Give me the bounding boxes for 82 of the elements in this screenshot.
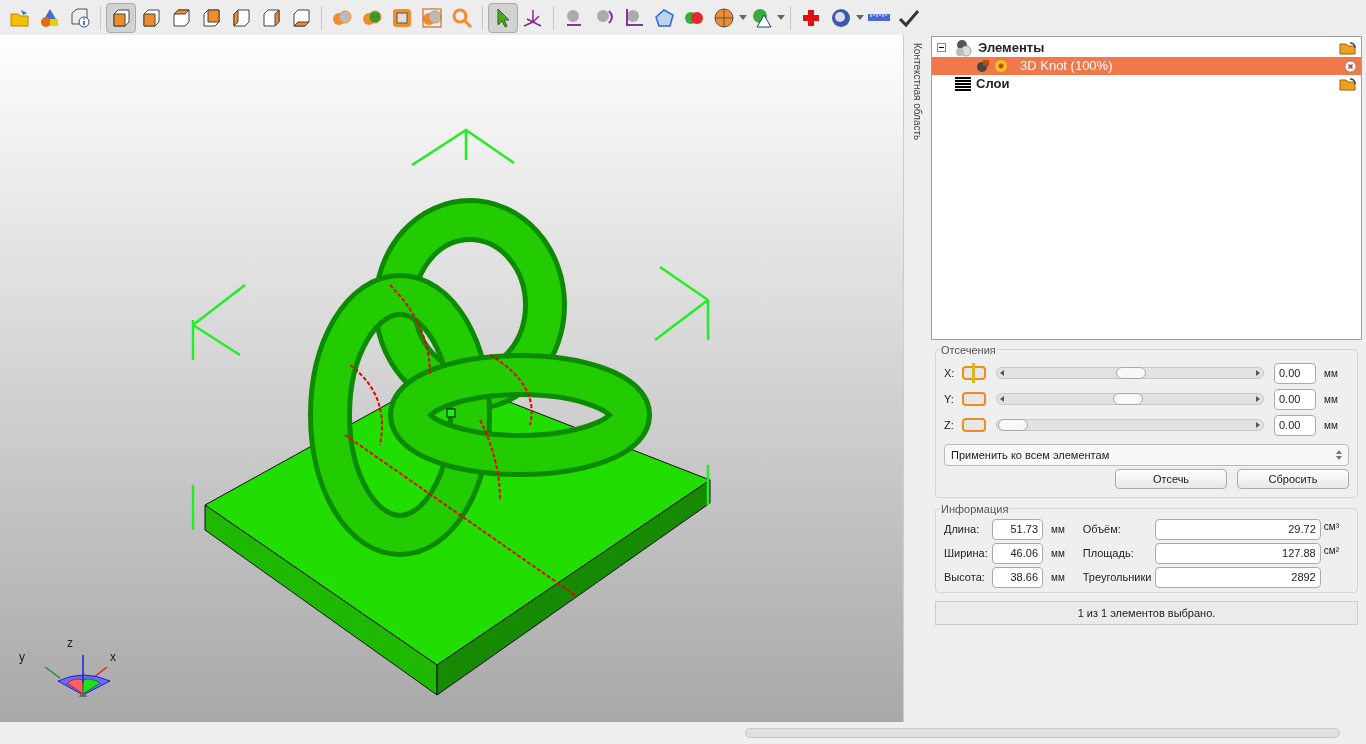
cube-icon [140, 6, 162, 29]
tree-item[interactable]: Слои [932, 75, 1361, 93]
cube-icon [290, 6, 312, 29]
zoom-icon [451, 6, 473, 29]
ruler-icon [868, 14, 890, 21]
axis-label: z [67, 637, 73, 649]
axis-label: y [19, 651, 25, 663]
unit-label: мм [1324, 366, 1338, 381]
close-icon[interactable] [1344, 59, 1357, 73]
cube-icon [110, 6, 132, 29]
info-label: Ширина: [944, 546, 989, 562]
folder-icon[interactable] [1339, 41, 1357, 55]
info-label: Высота: [944, 570, 986, 586]
collapse-toggle[interactable] [937, 43, 946, 52]
folder-icon[interactable] [1339, 77, 1357, 91]
value-field[interactable]: 46.06 [992, 543, 1043, 564]
unit-label: см³ [1323, 520, 1339, 534]
panel-button[interactable]: Сбросить [1237, 469, 1349, 489]
caret-icon[interactable] [739, 15, 747, 20]
spheres-icon [954, 39, 974, 57]
3d-viewport[interactable]: z y x [0, 35, 903, 722]
unit-label: мм [1324, 418, 1338, 433]
value-field[interactable]: 127.88 [1154, 543, 1321, 564]
slider[interactable] [996, 393, 1264, 405]
pie-icon [713, 6, 735, 29]
cube-icon [170, 6, 192, 29]
value-field[interactable]: 51.73 [992, 519, 1043, 540]
axis-label: Z: [944, 417, 955, 433]
right-arrow-icon[interactable] [1256, 396, 1260, 402]
spinner-arrows-icon [1336, 450, 1342, 460]
cube-icon [200, 6, 222, 29]
left-arrow-icon[interactable] [1000, 370, 1004, 376]
scrollbar[interactable] [745, 728, 1340, 738]
info-label: Треугольники [1082, 570, 1153, 586]
value-field[interactable]: 29.72 [1154, 519, 1321, 540]
cube-icon [260, 6, 282, 29]
cube-info-icon [69, 6, 91, 29]
slider-thumb[interactable] [1113, 393, 1144, 405]
info-label: Длина: [944, 522, 981, 538]
info-label: Объём: [1082, 522, 1122, 538]
toolbar-button[interactable] [106, 2, 136, 33]
eye-icon [994, 59, 1008, 73]
axis-label: x [110, 651, 116, 663]
unit-label: мм [1051, 547, 1065, 561]
cube-icon [230, 6, 252, 29]
cut-plane-toggle[interactable] [962, 392, 986, 406]
value-field[interactable]: 0.00 [1274, 362, 1316, 384]
scope-dropdown[interactable]: Применить ко всем элементам [944, 444, 1349, 466]
axis-label: Y: [944, 391, 955, 407]
cut-plane-toggle[interactable] [962, 366, 986, 380]
value-field[interactable]: 0.00 [1274, 388, 1316, 410]
axis-label: X: [944, 365, 956, 381]
slider-thumb[interactable] [1116, 367, 1146, 379]
slider[interactable] [996, 419, 1264, 431]
info-label: Площадь: [1082, 546, 1135, 562]
value-field[interactable]: 0.00 [1274, 414, 1316, 436]
caret-icon[interactable] [777, 15, 785, 20]
panel-button[interactable]: Отсечь [1115, 469, 1227, 489]
group-title: Информация [940, 501, 1010, 518]
right-arrow-icon[interactable] [1256, 422, 1260, 428]
slider[interactable] [996, 367, 1264, 379]
slider-thumb[interactable] [998, 419, 1029, 431]
unit-label: мм [1051, 571, 1065, 585]
unit-label: мм [1324, 392, 1338, 407]
caret-icon[interactable] [856, 15, 864, 20]
part-icon [976, 59, 990, 73]
frame-icon [391, 6, 413, 29]
disc-icon [830, 6, 852, 29]
layers-icon [954, 77, 972, 91]
value-field[interactable]: 2892 [1154, 567, 1321, 588]
cut-plane-toggle[interactable] [962, 418, 986, 432]
right-arrow-icon[interactable] [1256, 370, 1260, 376]
unit-label: см² [1323, 544, 1339, 558]
left-arrow-icon[interactable] [1000, 396, 1004, 402]
status-message: 1 из 1 элементов выбрано. [935, 601, 1358, 625]
warning-icon [751, 6, 773, 29]
value-field[interactable]: 38.66 [992, 567, 1043, 588]
sphere-icon [623, 6, 645, 29]
unit-label: мм [1051, 523, 1065, 537]
mesh-icon [653, 6, 675, 29]
spheres-icon [421, 6, 443, 29]
tree-item[interactable]: Элементы [932, 39, 1361, 57]
